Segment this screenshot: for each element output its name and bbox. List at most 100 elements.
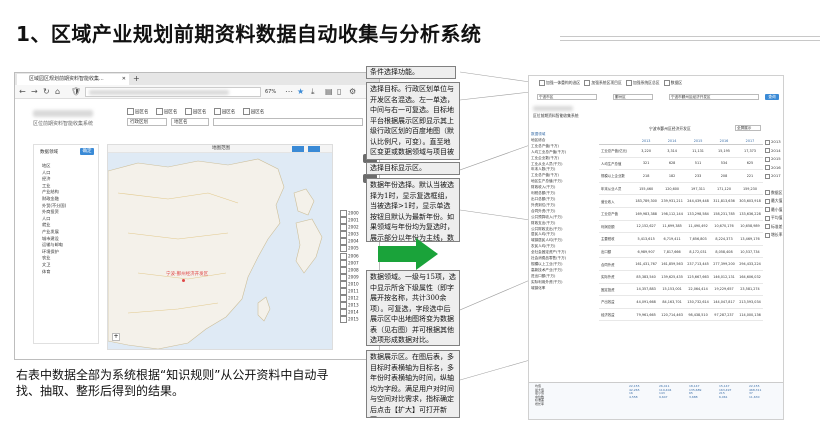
year-item[interactable]: 2009 [340, 273, 359, 281]
table-row[interactable]: 固定投资 14,357,883 15,153,001 22,064,414 19,229… [599, 283, 763, 297]
bookmark-icon[interactable]: ★ [297, 86, 304, 98]
map-label-tag: 宁波-鄞州经济开发区 [166, 272, 209, 277]
table-row[interactable]: 合同外资 161,431,767 161,859,563 237,713,445 277… [599, 257, 763, 271]
year-item[interactable]: 2004 [340, 238, 359, 246]
region-select-2[interactable]: 地区名 [171, 118, 209, 126]
right-search-button[interactable]: 查询 [765, 94, 779, 100]
right-check[interactable]: 最大值 [765, 197, 782, 206]
tab-close-icon[interactable]: ✕ [122, 74, 126, 85]
right-select-2[interactable]: 鄞州区 [613, 94, 653, 100]
right-check[interactable]: 标准差 [765, 223, 782, 232]
table-row[interactable]: 出口额 6,989,907 7,817,666 8,172,031 8,058,408 1… [599, 245, 763, 259]
year-item[interactable]: 2002 [340, 224, 359, 232]
filter-check-5[interactable]: 园区名 [242, 108, 264, 115]
year-item[interactable]: 2008 [340, 266, 359, 274]
table-row[interactable]: 年末从业人员 155,460 120,600 197,311 171,120 159,23… [599, 182, 763, 196]
green-arrow-icon [386, 238, 438, 270]
app-title: 区位前期资料智能收集系统 [33, 121, 94, 127]
browser-tab[interactable]: 区域园区规划前期资料智能收集... ✕ [17, 74, 129, 85]
domain-item[interactable]: 运输与邮电 [42, 242, 66, 249]
map-tool-button[interactable] [308, 146, 320, 152]
right-check[interactable]: 2015 [765, 155, 782, 164]
year-item[interactable]: 2000 [340, 210, 359, 217]
domain-item[interactable]: 财政金融 [42, 196, 66, 203]
right-select-3[interactable]: 宁波市鄞州区经济开发区 [669, 94, 759, 100]
map-tool-button[interactable] [292, 146, 304, 152]
addon-icon[interactable]: ⚙ [349, 86, 356, 98]
domain-item[interactable]: 产业发展 [42, 229, 66, 236]
table-row[interactable]: 营业收入 183,789,300 239,931,211 244,439,448 311… [599, 194, 763, 208]
filter-check-3[interactable]: 园区名 [184, 108, 206, 115]
year-item[interactable]: 2010 [340, 280, 359, 288]
table-row[interactable]: 经济效益 79,961,665 120,714,463 98,438,510 97,28… [599, 308, 763, 322]
year-item[interactable]: 2001 [340, 217, 359, 225]
domain-item[interactable]: 就业 [42, 222, 66, 229]
year-item[interactable]: 2007 [340, 259, 359, 267]
year-item[interactable]: 2012 [340, 295, 359, 303]
domain-item[interactable]: 地区 [42, 163, 66, 170]
cell: 130,732,614 [685, 295, 712, 309]
cell: 218 [633, 169, 660, 183]
new-tab-button[interactable]: + [133, 73, 140, 84]
right-top-check[interactable]: 加强系统区项目区 [584, 80, 622, 86]
table-row[interactable]: 利润总额 12,152,627 11,699,385 11,490,492 10,670… [599, 220, 763, 234]
right-top-check[interactable]: 数据区 [663, 80, 682, 86]
table-row[interactable]: 产出效益 44,091,668 84,163,701 130,732,614 144,0… [599, 295, 763, 309]
right-check[interactable]: 2016 [765, 164, 782, 173]
sidebar-icon[interactable]: ▯ [337, 86, 341, 98]
right-select-1[interactable]: 宁波市区 [537, 94, 597, 100]
right-check[interactable]: 数据区 [765, 189, 782, 198]
right-check[interactable]: 2013 [765, 138, 782, 147]
library-icon[interactable]: ▤ [325, 86, 333, 98]
domain-item[interactable]: 体育 [42, 269, 66, 276]
table-row[interactable]: 规模以上企业数 218 182 233 208 221 [599, 169, 763, 183]
map-marker [182, 279, 185, 282]
right-check[interactable]: 增长率 [765, 231, 782, 240]
expand-select[interactable]: 全屏展示 [735, 125, 761, 131]
tree-item[interactable]: 城镇化率 [531, 286, 597, 292]
table-row[interactable]: 工业总产值(亿元) 3,220 3,314 11,131 15,195 17,373 [599, 144, 763, 158]
confirm-button[interactable]: 确定 [80, 148, 94, 155]
more-icon[interactable]: ⋯ [285, 86, 293, 98]
year-item[interactable]: 2011 [340, 288, 359, 296]
home-icon[interactable]: ⌂ [55, 86, 60, 98]
map-zoom-control[interactable]: + [112, 333, 120, 341]
filter-check-4[interactable]: 园区名 [213, 108, 235, 115]
domain-item[interactable]: 经济 [42, 176, 66, 183]
filter-check-2[interactable]: 园区名 [155, 108, 177, 115]
reload-icon[interactable]: ↻ [43, 86, 50, 98]
year-item[interactable]: 2015 [340, 316, 359, 324]
cell: 3,220 [633, 144, 660, 158]
region-select[interactable]: 行政区划 [127, 118, 167, 126]
right-top-check[interactable]: 加强系统区总区 [625, 80, 660, 86]
year-item[interactable]: 2014 [340, 309, 359, 317]
year-item[interactable]: 2013 [340, 302, 359, 310]
domain-item[interactable]: 产业结构 [42, 189, 66, 196]
target-select[interactable] [213, 118, 363, 126]
right-check[interactable]: 最小值 [765, 206, 782, 215]
table-row[interactable]: 人均生产总值 321 628 511 534 625 [599, 157, 763, 171]
filter-check-1[interactable]: 园区名 [127, 108, 149, 115]
right-top-check[interactable]: 加强一体重构的选区 [539, 80, 580, 86]
right-check[interactable]: 2014 [765, 147, 782, 156]
cell: 3,314 [659, 144, 686, 158]
year-item[interactable]: 2003 [340, 231, 359, 239]
map-view[interactable]: 地图范围 宁波-鄞州经济开发区 + [107, 144, 333, 350]
right-check[interactable]: 2017 [765, 172, 782, 181]
domain-item[interactable]: 农业 [42, 255, 66, 262]
year-item[interactable]: 2006 [340, 252, 359, 260]
zoom-level[interactable]: 67% [265, 87, 276, 97]
table-row[interactable]: 主要税收 5,413,615 6,719,411 7,656,803 8,224,373… [599, 232, 763, 246]
table-row[interactable]: 实际外资 85,383,540 139,625,435 125,667,663 146,… [599, 270, 763, 284]
domain-item[interactable]: 文卫 [42, 262, 66, 269]
back-icon[interactable]: ← [19, 86, 26, 98]
address-bar[interactable] [85, 87, 261, 97]
table-row[interactable]: 工业总产值 169,983,388 198,112,144 133,298,584 15… [599, 207, 763, 221]
forward-icon[interactable]: → [31, 86, 38, 98]
data-table-wrap: 2013 2014 2015 2016 2017 工业总产值(亿元) 3,220 3… [599, 138, 763, 322]
cell: 158,231,785 [711, 207, 737, 221]
right-check[interactable]: 平均值 [765, 214, 782, 223]
download-icon[interactable]: ⤓ [311, 86, 315, 98]
domain-item[interactable]: 外商投资 [42, 209, 66, 216]
year-item[interactable]: 2005 [340, 245, 359, 253]
